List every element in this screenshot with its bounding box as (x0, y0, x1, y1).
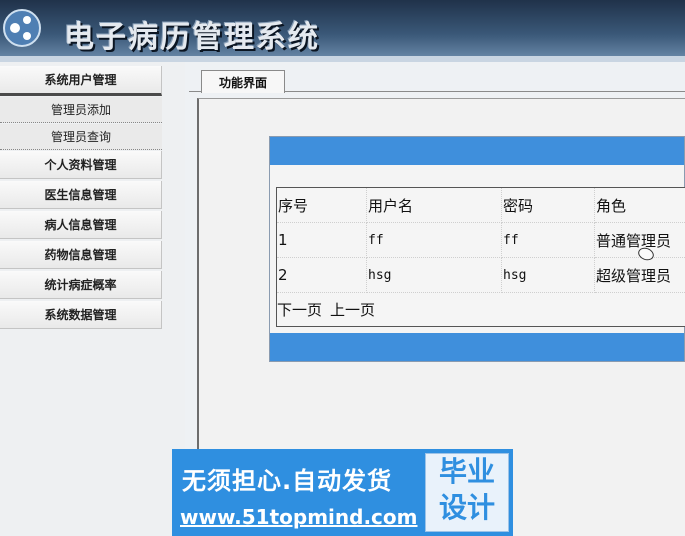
admin-list-panel: 序号 用户名 密码 角色 1 ff ff 普通管理员 2 hsg hsg 超级管… (269, 136, 685, 362)
pagination: 下一页 上一页 (277, 293, 375, 326)
app-header: 电子病历管理系统 (0, 0, 685, 62)
admin-table: 序号 用户名 密码 角色 1 ff ff 普通管理员 2 hsg hsg 超级管… (276, 187, 685, 327)
sidebar-item-system-data[interactable]: 系统数据管理 (0, 301, 162, 329)
column-header-password: 密码 (502, 188, 595, 223)
cell-index: 2 (277, 258, 367, 293)
column-header-index: 序号 (277, 188, 367, 223)
watermark-banner: 无须担心.自动发货 www.51topmind.com 毕业 设计 (172, 449, 513, 536)
column-header-username: 用户名 (367, 188, 502, 223)
logo-icon (3, 9, 41, 47)
watermark-badge-line2: 设计 (438, 491, 495, 524)
table-row[interactable]: 2 hsg hsg 超级管理员 (277, 258, 685, 293)
table-header-row: 序号 用户名 密码 角色 (277, 188, 685, 223)
table-row[interactable]: 1 ff ff 普通管理员 (277, 223, 685, 258)
tab-bar: 功能界面 (189, 66, 685, 93)
sidebar-item-doctors[interactable]: 医生信息管理 (0, 181, 162, 209)
cell-username: ff (367, 223, 502, 258)
panel-header-bar (270, 137, 684, 165)
sidebar-item-patients[interactable]: 病人信息管理 (0, 211, 162, 239)
prev-page-link[interactable]: 上一页 (330, 299, 375, 320)
cell-password: hsg (502, 258, 595, 293)
watermark-slogan: 无须担心.自动发货 (182, 467, 393, 495)
sidebar-item-profile[interactable]: 个人资料管理 (0, 151, 162, 179)
cell-index: 1 (277, 223, 367, 258)
watermark-badge-line1: 毕业 (438, 455, 495, 488)
next-page-link[interactable]: 下一页 (277, 299, 322, 320)
sidebar-item-statistics[interactable]: 统计病症概率 (0, 271, 162, 299)
watermark-url: www.51topmind.com (180, 505, 418, 529)
sidebar-item-medicines[interactable]: 药物信息管理 (0, 241, 162, 269)
submenu-item-admin-add[interactable]: 管理员添加 (0, 97, 162, 123)
panel-footer-bar (270, 333, 684, 361)
watermark-badge: 毕业 设计 (425, 453, 509, 532)
cell-role: 超级管理员 (595, 258, 685, 293)
column-header-role: 角色 (595, 188, 685, 223)
submenu-item-admin-query[interactable]: 管理员查询 (0, 124, 162, 150)
cell-password: ff (502, 223, 595, 258)
cell-username: hsg (367, 258, 502, 293)
sidebar: 系统用户管理 管理员添加 管理员查询 个人资料管理 医生信息管理 病人信息管理 … (0, 62, 185, 536)
system-title: 电子病历管理系统 (64, 20, 320, 55)
sidebar-item-system-users[interactable]: 系统用户管理 (0, 66, 162, 96)
tab-function[interactable]: 功能界面 (201, 70, 285, 93)
